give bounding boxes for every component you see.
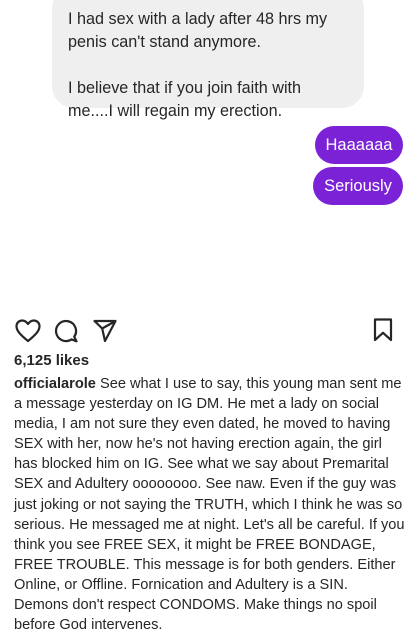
caption-username[interactable]: officialarole [14, 376, 96, 392]
incoming-message-bubble[interactable]: I had sex with a lady after 48 hrs my pe… [52, 0, 364, 120]
post-action-bar [0, 312, 410, 348]
post-caption: officialarole See what I use to say, thi… [14, 374, 406, 635]
caption-text: See what I use to say, this young man se… [14, 376, 405, 634]
bookmark-icon[interactable] [373, 318, 393, 342]
share-icon[interactable] [93, 319, 117, 343]
dm-conversation: I had sex with a lady after 48 hrs my pe… [0, 0, 410, 312]
likes-count[interactable]: 6,125 likes [14, 352, 89, 369]
heart-icon[interactable] [15, 319, 41, 343]
comment-icon[interactable] [54, 319, 78, 343]
incoming-message-paragraph-2: I believe that if you join faith with me… [68, 79, 302, 120]
outgoing-message-bubble-1[interactable]: Haaaaaa [315, 126, 403, 164]
incoming-message-paragraph-1: I had sex with a lady after 48 hrs my pe… [68, 10, 328, 51]
outgoing-message-bubble-2[interactable]: Seriously [313, 167, 403, 205]
